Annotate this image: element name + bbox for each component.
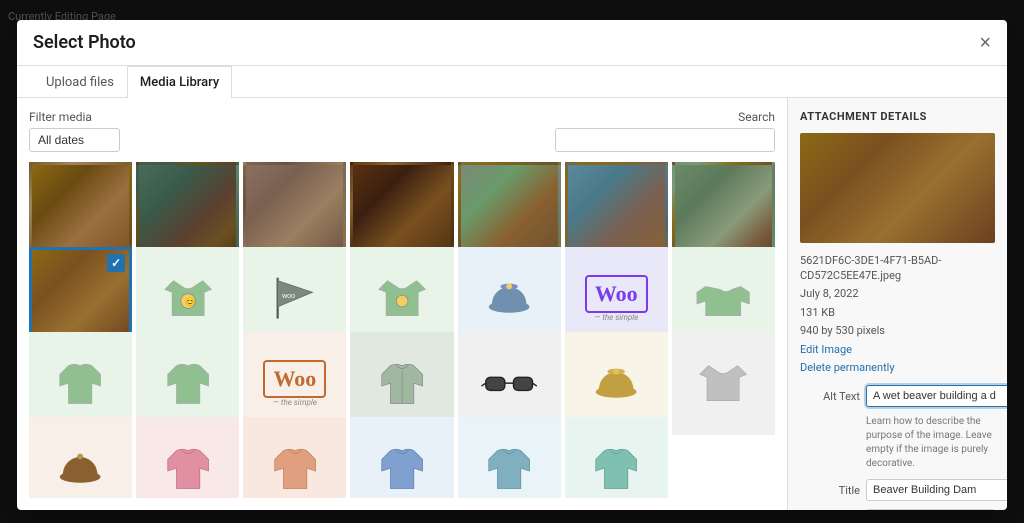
pink-hoodie-icon xyxy=(139,420,236,498)
attachment-thumbnail xyxy=(800,133,995,243)
tabs-row: Upload files Media Library xyxy=(17,66,1007,98)
search-label: Search xyxy=(738,110,775,124)
delete-permanently-link[interactable]: Delete permanently xyxy=(800,360,995,375)
media-item[interactable] xyxy=(672,332,775,435)
filter-group: Filter media All dates July 2022 June 20… xyxy=(29,110,120,152)
select-photo-modal: Select Photo × Upload files Media Librar… xyxy=(17,20,1007,510)
alt-text-label: Alt Text xyxy=(800,385,860,403)
attachment-date: July 8, 2022 xyxy=(800,286,995,301)
svg-text:WOO: WOO xyxy=(282,295,295,301)
caption-input[interactable] xyxy=(866,509,995,510)
attachment-dimensions: 940 by 530 pixels xyxy=(800,323,995,338)
media-item[interactable] xyxy=(350,417,453,498)
search-group: Search xyxy=(555,110,775,152)
svg-text:😊: 😊 xyxy=(184,297,195,308)
date-filter-select[interactable]: All dates July 2022 June 2022 xyxy=(29,128,120,152)
media-item[interactable] xyxy=(29,417,132,498)
filter-media-label: Filter media xyxy=(29,110,120,124)
attachment-details-panel: ATTACHMENT DETAILS 5621DF6C-3DE1-4F71-B5… xyxy=(787,98,1007,510)
woo-label: Woo xyxy=(585,275,648,313)
alt-text-input[interactable] xyxy=(866,385,1007,407)
brown-hat-icon xyxy=(32,420,129,498)
alt-text-row: Alt Text xyxy=(800,385,995,407)
title-label: Title xyxy=(800,479,860,497)
media-item[interactable] xyxy=(136,417,239,498)
modal-title: Select Photo xyxy=(33,32,136,65)
alt-text-hint: Learn how to describe the purpose of the… xyxy=(866,415,995,471)
peach-hoodie-icon xyxy=(246,420,343,498)
media-item[interactable] xyxy=(565,417,668,498)
title-input[interactable] xyxy=(866,479,1007,501)
modal-close-button[interactable]: × xyxy=(979,33,991,65)
modal-body: Filter media All dates July 2022 June 20… xyxy=(17,98,1007,510)
gray-shirt-icon xyxy=(675,335,772,432)
blue-hoodie-icon xyxy=(353,420,450,498)
caption-row: Caption xyxy=(800,509,995,510)
modal-header: Select Photo × xyxy=(17,20,1007,66)
teal-hoodie-icon xyxy=(568,420,665,498)
caption-label: Caption xyxy=(800,509,860,510)
modal-overlay: Select Photo × Upload files Media Librar… xyxy=(0,0,1024,523)
tab-upload-files[interactable]: Upload files xyxy=(33,66,127,98)
attachment-filename: 5621DF6C-3DE1-4F71-B5AD-CD572C5EE47E.jpe… xyxy=(800,253,995,284)
attachment-details-title: ATTACHMENT DETAILS xyxy=(800,110,995,123)
title-row: Title xyxy=(800,479,995,501)
media-grid: ✓ 😊 xyxy=(29,162,775,498)
left-panel: Filter media All dates July 2022 June 20… xyxy=(17,98,787,510)
attachment-filesize: 131 KB xyxy=(800,305,995,320)
filter-row: Filter media All dates July 2022 June 20… xyxy=(29,110,775,152)
media-item[interactable] xyxy=(458,417,561,498)
selection-checkmark: ✓ xyxy=(107,254,125,272)
search-input[interactable] xyxy=(555,128,775,152)
blue-hoodie2-icon xyxy=(461,420,558,498)
tab-media-library[interactable]: Media Library xyxy=(127,66,232,98)
media-item[interactable] xyxy=(243,417,346,498)
edit-image-link[interactable]: Edit Image xyxy=(800,342,995,357)
